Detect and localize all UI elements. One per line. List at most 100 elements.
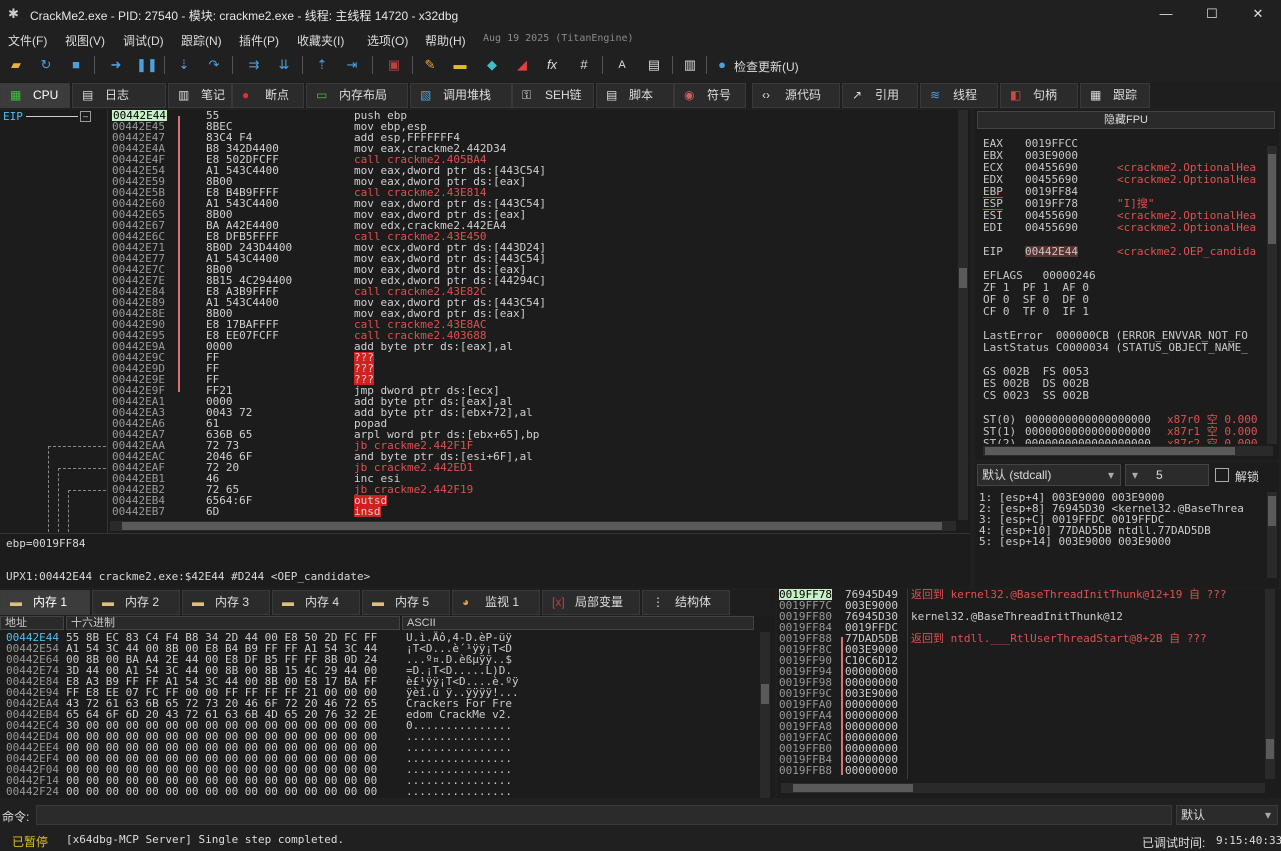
- menu-options[interactable]: 选项(O): [367, 32, 408, 49]
- reg-segs-row[interactable]: GS 002B FS 0053: [983, 366, 1089, 377]
- command-input[interactable]: [36, 805, 1172, 825]
- dump-header-ascii[interactable]: ASCII: [402, 616, 754, 630]
- stack-vscroll[interactable]: [1265, 589, 1275, 779]
- maximize-button[interactable]: ☐: [1189, 0, 1235, 28]
- menu-plugins[interactable]: 插件(P): [239, 32, 279, 49]
- reg-edi-value[interactable]: 00455690: [1025, 222, 1078, 233]
- table-row[interactable]: 00442E54 A1 543C4400 mov eax,dword ptr ds:…: [110, 165, 955, 176]
- hash-icon[interactable]: #: [574, 55, 594, 75]
- tab-references[interactable]: ↗ 引用: [842, 83, 918, 108]
- reg-segs-row[interactable]: ES 002B DS 002B: [983, 378, 1089, 389]
- reg-segs-row[interactable]: CS 0023 SS 002B: [983, 390, 1089, 401]
- reg-ecx-value[interactable]: 00455690: [1025, 162, 1078, 173]
- tab-threads[interactable]: ≋ 线程: [920, 83, 998, 108]
- table-row[interactable]: 00442E77 A1 543C4400 mov eax,dword ptr ds:…: [110, 253, 955, 264]
- close-button[interactable]: ✕: [1235, 0, 1281, 28]
- tab-symbols[interactable]: ◉ 符号: [674, 83, 746, 108]
- font-icon[interactable]: A: [612, 55, 632, 75]
- tab-dump-4[interactable]: ▬ 内存 4: [272, 590, 360, 615]
- stop-icon[interactable]: ■: [66, 55, 86, 75]
- arg-count-select[interactable]: ▾ 5: [1125, 464, 1209, 486]
- table-row[interactable]: 00442EB7 6D insd: [110, 506, 955, 517]
- fpu-st2-value[interactable]: 0000000000000000000: [1025, 438, 1151, 444]
- fpu-st0-value[interactable]: 0000000000000000000: [1025, 414, 1151, 425]
- reg-flags-row[interactable]: CF 0 TF 0 IF 1: [983, 306, 1089, 317]
- table-row[interactable]: 00442E9D FF???: [110, 363, 955, 374]
- disassembly-view[interactable]: EIP – 00442E44 55 push ebp 00442E45 8BEC mov…: [0, 110, 970, 533]
- menu-favourites[interactable]: 收藏夹(I): [297, 32, 344, 49]
- reg-flags-row[interactable]: OF 0 SF 0 DF 0: [983, 294, 1089, 305]
- args-vscroll[interactable]: [1267, 492, 1277, 578]
- command-mode-select[interactable]: 默认 ▾: [1176, 805, 1278, 825]
- tab-seh[interactable]: ⚿ SEH链: [512, 83, 594, 108]
- notes-icon[interactable]: ▥: [680, 55, 700, 75]
- comment-icon[interactable]: ✎: [420, 55, 440, 75]
- reg-edx-value[interactable]: 00455690: [1025, 174, 1078, 185]
- bookmark-icon[interactable]: ◆: [482, 55, 502, 75]
- tab-call-stack[interactable]: ▧ 调用堆栈: [410, 83, 512, 108]
- table-row[interactable]: 00442E89 A1 543C4400 mov eax,dword ptr ds:…: [110, 297, 955, 308]
- call-convention-select[interactable]: 默认 (stdcall) ▾: [977, 464, 1121, 486]
- reg-last-error[interactable]: LastError 000000CB (ERROR_ENVVAR_NOT_FO: [983, 330, 1248, 341]
- reg-ebx-value[interactable]: 003E9000: [1025, 150, 1078, 161]
- tab-cpu[interactable]: ▦ CPU: [0, 83, 70, 108]
- dump-header-hex[interactable]: 十六进制: [66, 616, 400, 630]
- menu-help[interactable]: 帮助(H): [425, 32, 466, 49]
- collapse-box[interactable]: –: [80, 111, 91, 122]
- trace-into-icon[interactable]: ⇉: [244, 55, 264, 75]
- tab-dump-1[interactable]: ▬ 内存 1: [0, 590, 90, 615]
- label-icon[interactable]: ▬: [450, 55, 470, 75]
- restart-icon[interactable]: ↻: [36, 55, 56, 75]
- patch-icon[interactable]: ▣: [384, 55, 404, 75]
- table-row[interactable]: 00442E9A 0000 add byte ptr ds:[eax],al: [110, 341, 955, 352]
- execute-till-return-icon[interactable]: ⇡: [312, 55, 332, 75]
- menu-file[interactable]: 文件(F): [8, 32, 47, 49]
- fpu-st1-value[interactable]: 0000000000000000000: [1025, 426, 1151, 437]
- hide-fpu-button[interactable]: 隐藏FPU: [977, 111, 1275, 129]
- reg-flags-row[interactable]: ZF 1 PF 1 AF 0: [983, 282, 1089, 293]
- tab-dump-3[interactable]: ▬ 内存 3: [182, 590, 270, 615]
- stack-hscroll[interactable]: [781, 783, 1265, 793]
- dump-vscroll[interactable]: [760, 632, 770, 798]
- tab-trace[interactable]: ▦ 跟踪: [1080, 83, 1150, 108]
- registers-vscroll[interactable]: [1267, 146, 1277, 444]
- reg-esp-value[interactable]: 0019FF78: [1025, 198, 1078, 209]
- tab-watch-1[interactable]: ◕ 监视 1: [452, 590, 540, 615]
- reg-last-status[interactable]: LastStatus C0000034 (STATUS_OBJECT_NAME_: [983, 342, 1248, 353]
- tab-source[interactable]: ‹› 源代码: [752, 83, 840, 108]
- table-row[interactable]: 00442E9C FF???: [110, 352, 955, 363]
- table-row[interactable]: 00442E60 A1 543C4400 mov eax,dword ptr ds:…: [110, 198, 955, 209]
- run-to-user-code-icon[interactable]: ⇥: [342, 55, 362, 75]
- tab-notes[interactable]: ▥ 笔记: [168, 83, 232, 108]
- pause-icon[interactable]: ❚❚: [136, 55, 158, 75]
- table-row[interactable]: 00442EB4 6564:6F outsd: [110, 495, 955, 506]
- tab-dump-5[interactable]: ▬ 内存 5: [362, 590, 450, 615]
- unlock-checkbox[interactable]: [1215, 468, 1229, 482]
- tab-memory-map[interactable]: ▭ 内存布局: [306, 83, 408, 108]
- menu-debug[interactable]: 调试(D): [123, 32, 164, 49]
- arg-row[interactable]: 5: [esp+14] 003E9000 003E9000: [979, 536, 1171, 547]
- menu-trace[interactable]: 跟踪(N): [181, 32, 222, 49]
- table-row[interactable]: 00442E44 55 push ebp: [110, 110, 955, 121]
- check-update-button[interactable]: 检查更新(U): [734, 58, 799, 75]
- table-row[interactable]: 00442E9E FF???: [110, 374, 955, 385]
- minimize-button[interactable]: —: [1143, 0, 1189, 28]
- tab-struct[interactable]: ⋮ 结构体: [642, 590, 730, 615]
- reg-eflags[interactable]: EFLAGS 00000246: [983, 270, 1096, 281]
- calculator-icon[interactable]: ▤: [644, 55, 664, 75]
- run-icon[interactable]: ➜: [106, 55, 126, 75]
- tab-breakpoints[interactable]: ● 断点: [232, 83, 304, 108]
- function-icon[interactable]: ◢: [512, 55, 532, 75]
- registers-panel[interactable]: 隐藏FPU EAX 0019FFCC EBX 003E9000 ECX 0045569…: [975, 110, 1279, 460]
- registers-hscroll[interactable]: [983, 446, 1273, 456]
- table-row[interactable]: 00442E9F FF21 jmp dword ptr ds:[ecx]: [110, 385, 955, 396]
- table-row[interactable]: 00442EA3 0043 72 add byte ptr ds:[ebx+72],…: [110, 407, 955, 418]
- fx-icon[interactable]: fx: [542, 55, 562, 75]
- disasm-vscroll[interactable]: [958, 110, 968, 520]
- reg-eax-value[interactable]: 0019FFCC: [1025, 138, 1078, 149]
- trace-over-icon[interactable]: ⇊: [274, 55, 294, 75]
- tab-handles[interactable]: ◧ 句柄: [1000, 83, 1078, 108]
- reg-eip-value[interactable]: 00442E44: [1025, 246, 1078, 257]
- table-row[interactable]: 00442EAF 72 20 jb crackme2.442ED1: [110, 462, 955, 473]
- tab-dump-2[interactable]: ▬ 内存 2: [92, 590, 180, 615]
